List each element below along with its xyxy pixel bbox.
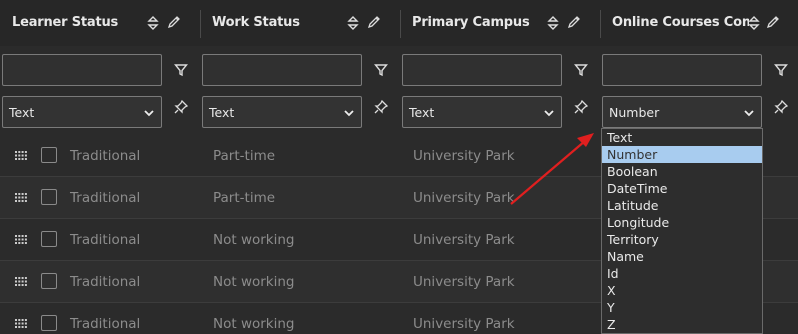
type-option-x[interactable]: X <box>602 282 762 299</box>
column-header[interactable]: Learner Status <box>0 0 200 46</box>
column-title: Online Courses Comple <box>612 15 749 30</box>
drag-handle-icon[interactable] <box>15 235 27 244</box>
filter-icon[interactable] <box>574 63 588 77</box>
filter-icon[interactable] <box>774 63 788 77</box>
filter-input[interactable] <box>2 54 162 86</box>
cell-learner-status: Traditional <box>70 232 141 248</box>
pencil-icon[interactable] <box>766 15 780 29</box>
cell-primary-campus: University Park <box>413 148 515 164</box>
sort-icon[interactable] <box>547 15 559 31</box>
row-checkbox[interactable] <box>41 231 57 247</box>
type-select-value: Text <box>9 105 35 120</box>
cell-primary-campus: University Park <box>413 274 515 290</box>
pencil-icon[interactable] <box>167 15 181 29</box>
pin-icon[interactable] <box>573 99 589 115</box>
column-divider[interactable] <box>600 10 601 38</box>
pencil-icon[interactable] <box>367 15 381 29</box>
type-option-territory[interactable]: Territory <box>602 231 762 248</box>
type-option-latitude[interactable]: Latitude <box>602 197 762 214</box>
filter-icon[interactable] <box>174 63 188 77</box>
pin-icon[interactable] <box>773 99 789 115</box>
drag-handle-icon[interactable] <box>15 277 27 286</box>
type-select-value: Text <box>409 105 435 120</box>
pencil-icon[interactable] <box>567 15 581 29</box>
pin-icon[interactable] <box>173 99 189 115</box>
row-checkbox[interactable] <box>41 147 57 163</box>
type-option-number[interactable]: Number <box>602 146 762 163</box>
cell-primary-campus: University Park <box>413 316 515 332</box>
type-select-value: Text <box>209 105 235 120</box>
chevron-down-icon <box>344 110 354 117</box>
sort-icon[interactable] <box>748 15 760 31</box>
row-checkbox[interactable] <box>41 315 57 331</box>
pin-icon[interactable] <box>373 99 389 115</box>
drag-handle-icon[interactable] <box>15 151 27 160</box>
column-title: Primary Campus <box>412 15 530 30</box>
column-title: Work Status <box>212 15 300 30</box>
cell-learner-status: Traditional <box>70 316 141 332</box>
cell-work-status: Not working <box>213 232 295 248</box>
filter-icon[interactable] <box>374 63 388 77</box>
cell-primary-campus: University Park <box>413 190 515 206</box>
type-option-boolean[interactable]: Boolean <box>602 163 762 180</box>
type-select-value: Number <box>609 105 660 120</box>
cell-learner-status: Traditional <box>70 274 141 290</box>
row-checkbox[interactable] <box>41 189 57 205</box>
cell-work-status: Part-time <box>213 190 276 206</box>
chevron-down-icon <box>144 110 154 117</box>
column-divider[interactable] <box>400 10 401 38</box>
cell-work-status: Part-time <box>213 148 276 164</box>
type-select[interactable]: Text <box>202 96 362 128</box>
cell-work-status: Not working <box>213 316 295 332</box>
cell-learner-status: Traditional <box>70 190 141 206</box>
drag-handle-icon[interactable] <box>15 319 27 328</box>
type-select[interactable]: Text <box>2 96 162 128</box>
filter-input[interactable] <box>402 54 562 86</box>
cell-primary-campus: University Park <box>413 232 515 248</box>
type-option-name[interactable]: Name <box>602 248 762 265</box>
column-divider[interactable] <box>200 10 201 38</box>
type-option-z[interactable]: Z <box>602 316 762 333</box>
cell-work-status: Not working <box>213 274 295 290</box>
column-header[interactable]: Primary Campus <box>400 0 600 46</box>
sort-icon[interactable] <box>347 15 359 31</box>
type-option-longitude[interactable]: Longitude <box>602 214 762 231</box>
cell-learner-status: Traditional <box>70 148 141 164</box>
type-option-text[interactable]: Text <box>602 129 762 146</box>
type-option-id[interactable]: Id <box>602 265 762 282</box>
chevron-down-icon <box>744 110 754 117</box>
type-select[interactable]: Text <box>402 96 562 128</box>
type-option-y[interactable]: Y <box>602 299 762 316</box>
drag-handle-icon[interactable] <box>15 193 27 202</box>
type-dropdown-list: Text Number Boolean DateTime Latitude Lo… <box>601 128 763 334</box>
column-header[interactable]: Online Courses Comple <box>600 0 798 46</box>
type-option-datetime[interactable]: DateTime <box>602 180 762 197</box>
chevron-down-icon <box>544 110 554 117</box>
type-select[interactable]: Number <box>602 96 762 128</box>
row-checkbox[interactable] <box>41 273 57 289</box>
column-header[interactable]: Work Status <box>200 0 400 46</box>
filter-input[interactable] <box>202 54 362 86</box>
filter-input[interactable] <box>602 54 762 86</box>
sort-icon[interactable] <box>147 15 159 31</box>
column-title: Learner Status <box>12 15 119 30</box>
